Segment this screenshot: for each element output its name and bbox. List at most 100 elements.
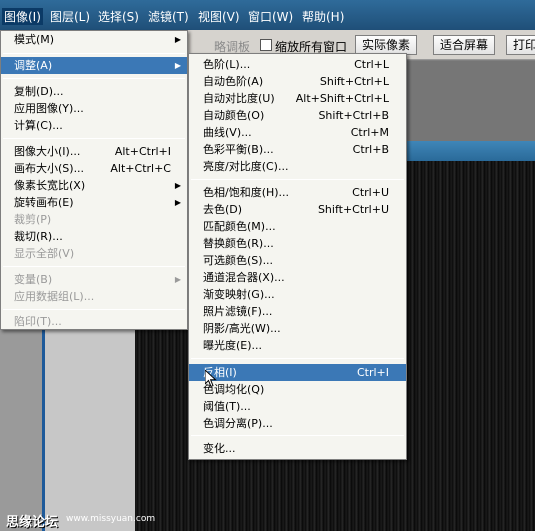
menu-item-match-color[interactable]: 匹配颜色(M)... <box>189 218 406 235</box>
menu-window[interactable]: 窗口(W) <box>248 8 293 25</box>
menu-item-label: 可选颜色(S)... <box>203 254 274 267</box>
menu-item-image-size[interactable]: 图像大小(I)... Alt+Ctrl+I <box>1 143 187 160</box>
menu-item-apply-image[interactable]: 应用图像(Y)... <box>1 100 187 117</box>
menu-item-label: 变化... <box>203 442 236 455</box>
menu-item-reveal-all: 显示全部(V) <box>1 245 187 262</box>
submenu-arrow-icon: ▶ <box>174 35 181 44</box>
menu-select[interactable]: 选择(S) <box>98 8 139 25</box>
menu-item-shortcut: Alt+Ctrl+I <box>114 145 171 158</box>
menu-item-shortcut: Shift+Ctrl+L <box>319 75 389 88</box>
menu-item-label: 色调分离(P)... <box>203 417 273 430</box>
menu-item-label: 模式(M) <box>14 33 55 46</box>
menu-item-shortcut: Ctrl+U <box>352 186 389 199</box>
menu-item-selective-color[interactable]: 可选颜色(S)... <box>189 252 406 269</box>
menu-item-adjust[interactable]: 调整(A) ▶ <box>1 57 187 74</box>
menu-separator <box>3 309 185 310</box>
menu-item-apply-data-set: 应用数据组(L)... <box>1 288 187 305</box>
menu-item-calculations[interactable]: 计算(C)... <box>1 117 187 134</box>
menu-item-label: 计算(C)... <box>14 119 63 132</box>
menu-item-gradient-map[interactable]: 渐变映射(G)... <box>189 286 406 303</box>
menu-item-label: 图像大小(I)... <box>14 145 81 158</box>
menu-item-label: 色相/饱和度(H)... <box>203 186 290 199</box>
menu-filter[interactable]: 滤镜(T) <box>148 8 189 25</box>
menu-item-label: 阈值(T)... <box>203 400 251 413</box>
submenu-arrow-icon: ▶ <box>174 61 181 70</box>
menu-item-color-balance[interactable]: 色彩平衡(B)... Ctrl+B <box>189 141 406 158</box>
menu-item-label: 曲线(V)... <box>203 126 252 139</box>
menu-separator <box>191 179 404 180</box>
menu-item-rotate-canvas[interactable]: 旋转画布(E) ▶ <box>1 194 187 211</box>
menu-item-label: 应用数据组(L)... <box>14 290 95 303</box>
menu-item-label: 裁剪(P) <box>14 213 52 226</box>
menu-item-curves[interactable]: 曲线(V)... Ctrl+M <box>189 124 406 141</box>
menu-item-pixel-aspect-ratio[interactable]: 像素长宽比(X) ▶ <box>1 177 187 194</box>
menu-item-shortcut: Alt+Shift+Ctrl+L <box>295 92 389 105</box>
menu-item-crop: 裁剪(P) <box>1 211 187 228</box>
menu-item-auto-color[interactable]: 自动颜色(O) Shift+Ctrl+B <box>189 107 406 124</box>
menu-item-label: 曝光度(E)... <box>203 339 263 352</box>
menu-item-label: 照片滤镜(F)... <box>203 305 273 318</box>
menu-item-label: 旋转画布(E) <box>14 196 74 209</box>
zoom-all-windows-checkbox[interactable] <box>260 39 272 51</box>
menu-item-posterize[interactable]: 色调分离(P)... <box>189 415 406 432</box>
watermark-url: www.missyuan.com <box>66 514 156 524</box>
menu-item-label: 色彩平衡(B)... <box>203 143 274 156</box>
menu-image[interactable]: 图像(I) <box>2 8 43 25</box>
print-size-button[interactable]: 打印 <box>506 35 535 55</box>
menu-item-canvas-size[interactable]: 画布大小(S)... Alt+Ctrl+C <box>1 160 187 177</box>
menu-item-auto-contrast[interactable]: 自动对比度(U) Alt+Shift+Ctrl+L <box>189 90 406 107</box>
menu-item-label: 亮度/对比度(C)... <box>203 160 289 173</box>
menu-item-label: 调整(A) <box>14 59 53 72</box>
background-document[interactable] <box>0 327 135 531</box>
menu-item-replace-color[interactable]: 替换颜色(R)... <box>189 235 406 252</box>
actual-pixels-button[interactable]: 实际像素 <box>355 35 418 55</box>
menu-separator <box>3 78 185 79</box>
fit-screen-button[interactable]: 适合屏幕 <box>433 35 496 55</box>
menu-item-label: 变量(B) <box>14 273 53 286</box>
menu-item-label: 应用图像(Y)... <box>14 102 84 115</box>
menu-item-brightness-contrast[interactable]: 亮度/对比度(C)... <box>189 158 406 175</box>
submenu-arrow-icon: ▶ <box>174 275 181 284</box>
menu-help[interactable]: 帮助(H) <box>302 8 344 25</box>
menu-item-variations[interactable]: 变化... <box>189 440 406 457</box>
menu-item-label: 自动对比度(U) <box>203 92 275 105</box>
menu-separator <box>191 358 404 359</box>
background-document-border <box>42 328 45 531</box>
menu-item-invert[interactable]: 反相(I) Ctrl+I <box>189 364 406 381</box>
menu-item-trim[interactable]: 裁切(R)... <box>1 228 187 245</box>
menu-item-label: 裁切(R)... <box>14 230 63 243</box>
menu-item-label: 画布大小(S)... <box>14 162 85 175</box>
menu-separator <box>3 53 185 54</box>
menu-view[interactable]: 视图(V) <box>198 8 240 25</box>
menu-item-mode[interactable]: 模式(M) ▶ <box>1 31 187 48</box>
menu-item-shortcut: Alt+Ctrl+C <box>110 162 171 175</box>
menu-layer[interactable]: 图层(L) <box>50 8 90 25</box>
menu-item-shortcut: Ctrl+L <box>354 58 389 71</box>
menu-item-duplicate[interactable]: 复制(D)... <box>1 83 187 100</box>
menu-item-levels[interactable]: 色阶(L)... Ctrl+L <box>189 56 406 73</box>
menu-item-photo-filter[interactable]: 照片滤镜(F)... <box>189 303 406 320</box>
menu-item-hue-saturation[interactable]: 色相/饱和度(H)... Ctrl+U <box>189 184 406 201</box>
menu-item-label: 去色(D) <box>203 203 243 216</box>
adjust-submenu: 色阶(L)... Ctrl+L 自动色阶(A) Shift+Ctrl+L 自动对… <box>188 53 407 460</box>
menu-item-exposure[interactable]: 曝光度(E)... <box>189 337 406 354</box>
menu-item-shortcut: Shift+Ctrl+U <box>317 203 389 216</box>
menu-item-desaturate[interactable]: 去色(D) Shift+Ctrl+U <box>189 201 406 218</box>
menu-separator <box>191 435 404 436</box>
menu-item-equalize[interactable]: 色调均化(Q) <box>189 381 406 398</box>
menu-bar: 图像(I) 图层(L) 选择(S) 滤镜(T) 视图(V) 窗口(W) 帮助(H… <box>0 0 535 30</box>
background-document-edge <box>0 328 42 531</box>
menu-item-label: 显示全部(V) <box>14 247 75 260</box>
menu-item-threshold[interactable]: 阈值(T)... <box>189 398 406 415</box>
menu-item-shadow-highlight[interactable]: 阴影/高光(W)... <box>189 320 406 337</box>
menu-item-auto-levels[interactable]: 自动色阶(A) Shift+Ctrl+L <box>189 73 406 90</box>
menu-item-label: 阴影/高光(W)... <box>203 322 281 335</box>
menu-item-channel-mixer[interactable]: 通道混合器(X)... <box>189 269 406 286</box>
menu-item-label: 匹配颜色(M)... <box>203 220 276 233</box>
menu-item-shortcut: Ctrl+I <box>356 366 389 379</box>
menu-item-shortcut: Ctrl+B <box>352 143 389 156</box>
menu-item-label: 复制(D)... <box>14 85 64 98</box>
submenu-arrow-icon: ▶ <box>174 181 181 190</box>
menu-item-shortcut: Ctrl+M <box>350 126 389 139</box>
menu-item-label: 替换颜色(R)... <box>203 237 274 250</box>
